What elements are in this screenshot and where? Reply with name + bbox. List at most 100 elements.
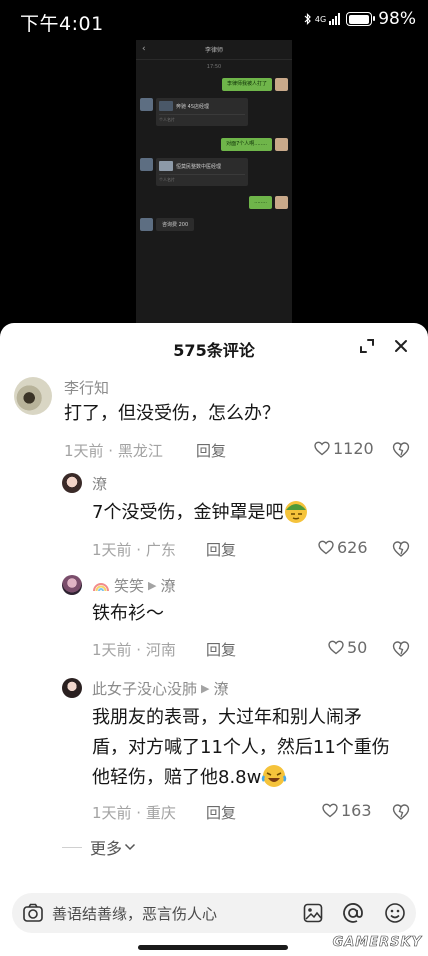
reply-button[interactable]: 回复 xyxy=(206,539,236,560)
battery-icon xyxy=(346,12,376,26)
heart-icon xyxy=(314,441,330,456)
chat-avatar xyxy=(275,138,288,151)
chat-message-left: 奔驰 4S店经理 个人名片 xyxy=(140,98,248,126)
chat-screenshot: ‹ 李律师 17:50 李律师我被人打了 奔驰 4S店经理 个人名片 对面7个人… xyxy=(136,40,292,323)
close-icon[interactable] xyxy=(390,335,412,357)
comment-author-line: 笑笑 ▶ 潦 xyxy=(92,575,176,596)
comment-text-content: 7个没受伤，金钟罩是吧 xyxy=(92,502,284,523)
heart-icon xyxy=(318,540,334,555)
chat-avatar xyxy=(140,218,153,231)
comment-text: 7个没受伤，金钟罩是吧 xyxy=(92,498,309,528)
heart-icon xyxy=(328,640,344,655)
chevron-down-icon xyxy=(124,843,136,851)
comment-text-line: 我朋友的表哥，大过年和别人闹矛 xyxy=(92,707,362,728)
status-time: 下午4:01 xyxy=(20,13,104,35)
comment-author-line: 此女子没心没肺 ▶ 潦 xyxy=(92,678,229,699)
reply-button[interactable]: 回复 xyxy=(206,639,236,660)
status-indicators: 4G 98% xyxy=(304,9,416,29)
signal-icon xyxy=(329,13,341,25)
comment-text: 铁布衫～ xyxy=(92,603,164,624)
like-button[interactable]: 1120 xyxy=(314,439,374,458)
chat-card-sub: 个人名片 xyxy=(159,114,245,123)
mention-icon[interactable] xyxy=(342,902,364,924)
comment-input-placeholder[interactable]: 善语结善缘，恶言伤人心 xyxy=(52,903,217,924)
video-area[interactable]: ‹ 李律师 17:50 李律师我被人打了 奔驰 4S店经理 个人名片 对面7个人… xyxy=(0,40,428,323)
chat-header: ‹ 李律师 xyxy=(136,40,292,60)
chat-back-icon: ‹ xyxy=(142,44,146,54)
chat-bubble: 咨询费 200 xyxy=(156,218,195,231)
chat-bubble: 李律师我被人打了 xyxy=(221,78,272,91)
avatar[interactable] xyxy=(62,575,82,595)
like-count: 626 xyxy=(337,538,368,557)
bluetooth-icon xyxy=(304,13,311,25)
smug-face-emoji-icon xyxy=(285,501,308,523)
dislike-icon[interactable] xyxy=(392,803,410,821)
comment-input-bar[interactable]: 善语结善缘，恶言伤人心 xyxy=(12,893,416,933)
like-count: 163 xyxy=(341,801,372,820)
like-button[interactable]: 50 xyxy=(328,638,367,657)
image-icon[interactable] xyxy=(302,902,324,924)
chat-contact-name: 李律师 xyxy=(204,47,223,54)
comment-author[interactable]: 此女子没心没肺 xyxy=(92,678,197,699)
battery-percent: 98% xyxy=(378,9,416,29)
chat-card: 恒莫民整数中医经理 个人名片 xyxy=(156,158,248,186)
avatar[interactable] xyxy=(62,473,82,493)
like-button[interactable]: 163 xyxy=(322,801,372,820)
chat-card-sub: 个人名片 xyxy=(159,174,245,183)
comment-time-location: 1天前 · 广东 xyxy=(92,541,176,559)
comment-text: 打了，但没受伤，怎么办？ xyxy=(64,403,280,424)
avatar[interactable] xyxy=(62,678,82,698)
comment-text-line: 他轻伤，赔了他8.8w xyxy=(92,763,412,793)
chat-card-title: 奔驰 4S店经理 xyxy=(176,103,209,110)
status-bar: 下午4:01 4G 98% xyxy=(0,0,428,40)
chat-message-right: 李律师我被人打了 xyxy=(221,78,288,91)
chat-card: 奔驰 4S店经理 个人名片 xyxy=(156,98,248,126)
expand-icon[interactable] xyxy=(356,335,378,357)
heart-icon xyxy=(322,803,338,818)
chat-card-title: 恒莫民整数中医经理 xyxy=(176,163,222,170)
comment-time-location: 1天前 · 河南 xyxy=(92,641,176,659)
comment-text: 我朋友的表哥，大过年和别人闹矛 盾，对方喊了11个人，然后11个重伤 他轻伤，赔… xyxy=(92,703,412,793)
chat-avatar xyxy=(275,196,288,209)
comment-time-location: 1天前 · 重庆 xyxy=(92,804,176,822)
reply-arrow-icon: ▶ xyxy=(148,579,157,592)
chat-bubble: ........ xyxy=(249,196,272,209)
comment-author[interactable]: 笑笑 xyxy=(114,575,144,596)
comment-text-line: 盾，对方喊了11个人，然后11个重伤 xyxy=(92,737,390,758)
home-indicator[interactable] xyxy=(138,945,288,950)
chat-avatar xyxy=(275,78,288,91)
like-button[interactable]: 626 xyxy=(318,538,368,557)
rainbow-icon xyxy=(93,582,109,591)
laughing-tears-emoji-icon xyxy=(262,765,287,787)
card-thumbnail xyxy=(159,161,173,171)
chat-message-right: ........ xyxy=(249,196,288,209)
avatar[interactable] xyxy=(14,377,52,415)
chat-avatar xyxy=(140,98,153,111)
dislike-icon[interactable] xyxy=(392,540,410,558)
battery-fill xyxy=(348,14,370,24)
dislike-icon[interactable] xyxy=(392,640,410,658)
chat-message-left: 恒莫民整数中医经理 个人名片 xyxy=(140,158,248,186)
network-type: 4G xyxy=(314,14,327,24)
dislike-icon[interactable] xyxy=(392,441,410,459)
more-replies-button[interactable]: 更多 xyxy=(62,835,136,859)
camera-icon[interactable] xyxy=(22,902,44,924)
comment-panel: 575条评论 李行知 打了，但没受伤，怎么办？ 1天前 · 黑龙江 回复 112… xyxy=(0,323,428,956)
reply-button[interactable]: 回复 xyxy=(206,802,236,823)
emoji-icon[interactable] xyxy=(384,902,406,924)
like-count: 1120 xyxy=(333,439,374,458)
chat-bubble: 对面7个人啊........ xyxy=(221,138,272,151)
status-icons: 4G xyxy=(304,13,341,25)
reply-arrow-icon: ▶ xyxy=(201,682,210,695)
reply-to-author[interactable]: 潦 xyxy=(160,575,175,596)
chat-time: 17:50 xyxy=(206,64,222,70)
chat-message-left: 咨询费 200 xyxy=(140,218,195,231)
comment-author[interactable]: 潦 xyxy=(92,473,107,494)
card-thumbnail xyxy=(159,101,173,111)
chat-message-right: 对面7个人啊........ xyxy=(221,138,288,151)
reply-button[interactable]: 回复 xyxy=(196,440,226,461)
comment-author[interactable]: 李行知 xyxy=(64,377,109,398)
reply-to-author[interactable]: 潦 xyxy=(213,678,228,699)
more-label: 更多 xyxy=(90,839,123,858)
divider xyxy=(62,846,82,848)
